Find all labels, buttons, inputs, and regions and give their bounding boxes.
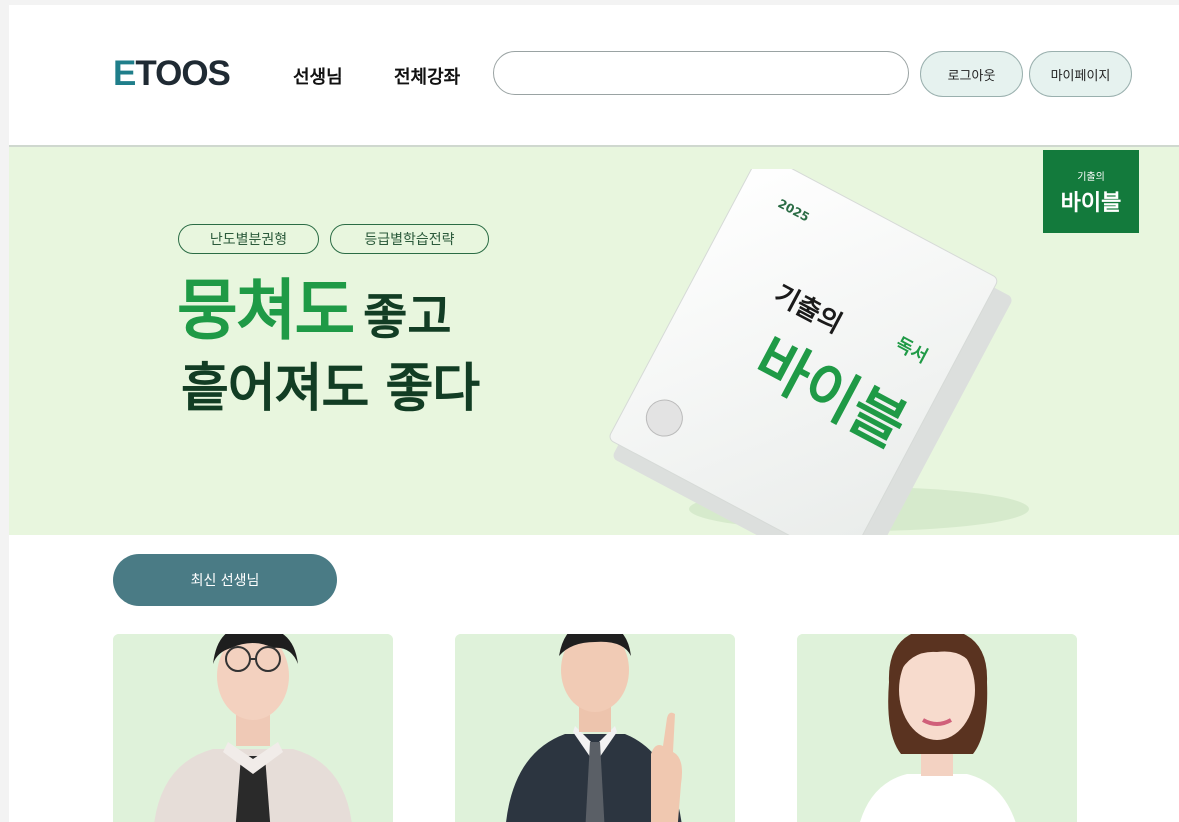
teacher-card[interactable] <box>797 634 1077 822</box>
badge-small-text: 기출의 <box>1077 172 1105 183</box>
site-header: ETOOS 선생님 전체강좌 로그아웃 마이페이지 <box>9 5 1179 147</box>
search-input[interactable] <box>493 51 909 95</box>
nav-all-courses[interactable]: 전체강좌 <box>394 63 460 89</box>
headline-line1-emphasis: 뭉쳐도 <box>177 271 355 349</box>
headline-line2: 흩어져도 좋다 <box>181 358 480 419</box>
latest-teachers-button[interactable]: 최신 선생님 <box>113 554 337 606</box>
headline-line1-rest: 좋고 <box>363 289 452 345</box>
teacher-card[interactable] <box>113 634 393 822</box>
tag-difficulty-volumes: 난도별분권형 <box>178 224 319 254</box>
bible-badge: 기출의 바이블 <box>1043 150 1139 233</box>
teacher-photo <box>455 634 735 822</box>
page: ETOOS 선생님 전체강좌 로그아웃 마이페이지 난도별분권형 등급별학습전략… <box>9 5 1179 822</box>
mypage-button[interactable]: 마이페이지 <box>1029 51 1132 97</box>
book-image: 2025 기출의 바이블 독서 <box>609 169 1029 535</box>
teacher-photo <box>797 634 1077 822</box>
badge-title: 바이블 <box>1060 190 1122 216</box>
nav-teachers[interactable]: 선생님 <box>293 63 343 89</box>
etoos-logo[interactable]: ETOOS <box>113 54 231 94</box>
teacher-photo <box>113 634 393 822</box>
tag-grade-strategy: 등급별학습전략 <box>330 224 489 254</box>
teacher-card[interactable] <box>455 634 735 822</box>
promo-banner[interactable]: 난도별분권형 등급별학습전략 뭉쳐도 좋고 흩어져도 좋다 2025 기출의 바이… <box>9 147 1179 535</box>
logo-letter-e: E <box>113 54 136 93</box>
logo-text: TOOS <box>135 54 231 93</box>
logout-button[interactable]: 로그아웃 <box>920 51 1023 97</box>
